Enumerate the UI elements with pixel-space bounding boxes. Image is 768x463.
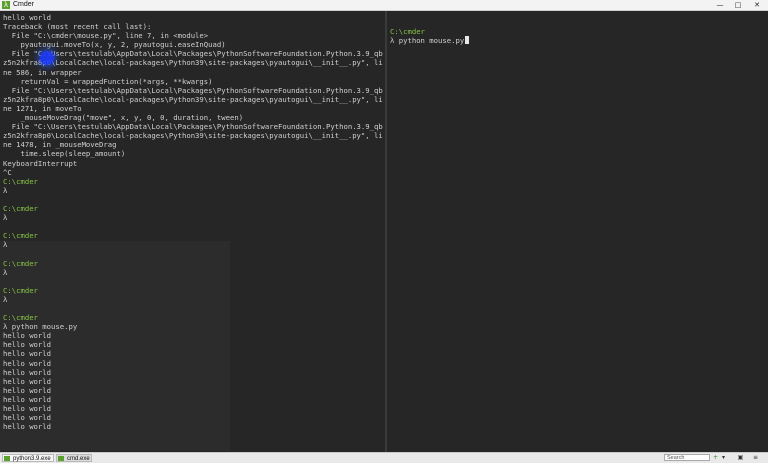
window-title: Cmder [13, 1, 35, 8]
output-line: z5n2kfra8p0\LocalCache\local-packages\Py… [3, 58, 383, 68]
prompt-path: C:\cmder [3, 231, 38, 241]
tab-label: python3.9.exe [13, 456, 51, 462]
output-line: λ [3, 185, 8, 195]
prompt-path: C:\cmder [3, 176, 38, 186]
output-line: λ [3, 240, 8, 250]
output-line: λ [3, 213, 8, 223]
prompt-path: C:\cmder [390, 27, 425, 36]
output-line: z5n2kfra8p0\LocalCache\local-packages\Py… [3, 131, 383, 141]
search-input[interactable]: Search [664, 454, 710, 461]
prompt-path: C:\cmder [3, 285, 38, 295]
output-line: ne 1271, in moveTo [3, 103, 82, 113]
output-line: File "C:\cmder\mouse.py", line 7, in <mo… [3, 31, 209, 41]
output-line: hello world [3, 394, 52, 404]
output-line: returnVal = wrappedFunction(*args, **kwa… [3, 76, 213, 86]
output-line: Traceback (most recent call last): [3, 22, 152, 32]
output-line: hello world [3, 331, 52, 341]
output-line: hello world [3, 404, 52, 414]
output-line: File "C:\Users\testulab\AppData\Local\Pa… [3, 49, 383, 59]
output-line: File "C:\Users\testulab\AppData\Local\Pa… [3, 122, 383, 132]
mouse-cursor-highlight [40, 51, 54, 65]
tab-label: cmd.exe [67, 456, 90, 462]
output-line: λ [3, 267, 8, 277]
output-line: File "C:\Users\testulab\AppData\Local\Pa… [3, 85, 383, 95]
output-line: hello world [3, 422, 52, 432]
prompt-path: C:\cmder [3, 203, 38, 213]
output-line: hello world [3, 385, 52, 395]
output-line: ne 1478, in _mouseMoveDrag [3, 140, 117, 150]
right-terminal-pane[interactable]: C:\cmder λ python mouse.py [387, 11, 768, 452]
command-text: λ python mouse.py [390, 36, 465, 46]
output-line: time.sleep(sleep_amount) [3, 149, 126, 159]
left-terminal-pane[interactable]: hello world Traceback (most recent call l… [0, 11, 385, 452]
close-button[interactable]: ✕ [747, 0, 767, 10]
tab-cmd[interactable]: cmd.exe [56, 454, 92, 462]
minimize-button[interactable]: — [710, 0, 730, 10]
output-line: KeyboardInterrupt [3, 158, 78, 168]
output-line: λ [3, 294, 8, 304]
output-line: hello world [3, 376, 52, 386]
output-line: hello world [3, 413, 52, 423]
output-line: ^C [3, 167, 12, 177]
tab-python[interactable]: python3.9.exe [2, 454, 54, 462]
left-terminal-output[interactable]: hello world Traceback (most recent call l… [3, 13, 383, 431]
lock-icon[interactable]: ▣ [737, 454, 744, 461]
right-terminal-output[interactable]: C:\cmder λ python mouse.py [390, 27, 470, 46]
command-line[interactable]: λ python mouse.py [390, 36, 470, 46]
add-tab-button[interactable]: + [712, 454, 719, 461]
cmder-window: λ Cmder — □ ✕ hello world Traceback (most… [0, 0, 768, 463]
output-line: λ python mouse.py [3, 322, 78, 332]
status-bar: python3.9.exe cmd.exe Search + ▾ ▣ ≡ [0, 452, 768, 463]
output-line: z5n2kfra8p0\LocalCache\local-packages\Py… [3, 94, 383, 104]
menu-icon[interactable]: ≡ [752, 454, 759, 461]
output-line: pyautogui.moveTo(x, y, 2, pyautogui.ease… [3, 40, 226, 50]
output-line: hello world [3, 340, 52, 350]
lambda-tab-icon [58, 456, 64, 461]
text-cursor [465, 36, 470, 45]
output-line: hello world [3, 349, 52, 359]
output-line: hello world [3, 367, 52, 377]
prompt-path: C:\cmder [3, 258, 38, 268]
cmder-lambda-icon: λ [2, 1, 10, 9]
maximize-button[interactable]: □ [728, 0, 748, 10]
output-line: ne 586, in wrapper [3, 67, 82, 77]
output-line: _mouseMoveDrag("move", x, y, 0, 0, durat… [3, 113, 244, 123]
output-line: hello world [3, 358, 52, 368]
lambda-tab-icon [4, 456, 10, 461]
prompt-path: C:\cmder [3, 313, 38, 323]
dropdown-arrow-icon[interactable]: ▾ [720, 454, 727, 461]
output-line: hello world [3, 13, 52, 22]
title-bar[interactable]: λ Cmder — □ ✕ [0, 0, 768, 11]
